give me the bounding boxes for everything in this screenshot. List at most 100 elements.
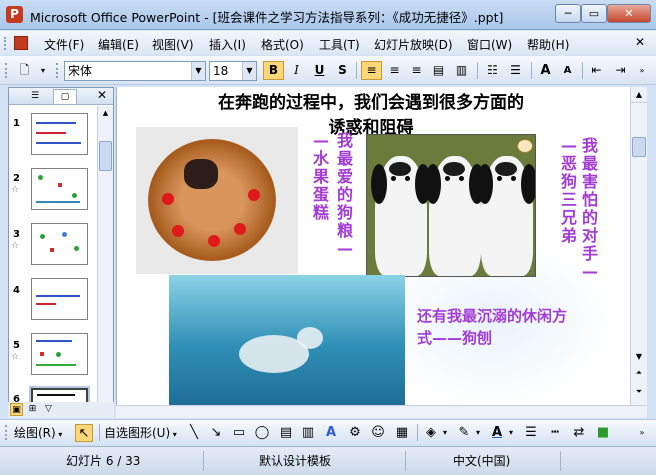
menu-grip-handle[interactable]	[4, 37, 8, 50]
bullets-icon[interactable]: ☰	[505, 61, 526, 80]
toolbar-options-icon[interactable]: »	[634, 61, 650, 80]
scroll-thumb[interactable]	[632, 137, 646, 157]
scroll-up-arrow-icon[interactable]: ▲	[98, 106, 113, 121]
toolbar-grip[interactable]	[56, 63, 59, 78]
select-pointer-icon[interactable]: ↖	[75, 424, 93, 442]
horizontal-scrollbar[interactable]	[116, 405, 647, 418]
three-dogs-picture[interactable]	[366, 134, 536, 277]
diagram-icon[interactable]: ⚙	[346, 424, 364, 442]
slide-canvas[interactable]: 在奔跑的过程中，我们会遇到很多方面的 诱惑和阻碍 我最爱的狗粮— —水果蛋糕 —…	[116, 87, 630, 405]
menu-format[interactable]: 格式(O)	[261, 36, 304, 53]
font-size-select[interactable]: 18 ▼	[209, 61, 257, 81]
font-name-select[interactable]: 宋体 ▼	[64, 61, 206, 81]
new-slide-icon[interactable]: 🗋	[14, 61, 35, 80]
slide-thumbnail-3[interactable]	[31, 223, 88, 265]
dash-style-icon[interactable]: ┅	[546, 424, 564, 442]
increase-indent-icon[interactable]: ⇥	[610, 61, 631, 80]
language-indicator[interactable]: 中文(中国)	[453, 451, 510, 471]
slide-thumbnail-2[interactable]	[31, 168, 88, 210]
clip-art-icon[interactable]: ☺	[369, 424, 387, 442]
shadow-button[interactable]: S	[332, 61, 353, 80]
toolbar-options-icon[interactable]: »	[634, 424, 650, 442]
previous-slide-icon[interactable]: ⏶	[631, 365, 647, 381]
increase-font-size-button[interactable]: A	[535, 61, 556, 80]
wordart-icon[interactable]: A	[322, 424, 340, 442]
decrease-indent-icon[interactable]: ⇤	[586, 61, 607, 80]
chevron-down-icon[interactable]: ▾	[506, 424, 516, 442]
fruit-cake-picture[interactable]	[136, 127, 298, 274]
slide-sorter-view-icon[interactable]: ⊞	[26, 403, 39, 416]
menu-window[interactable]: 窗口(W)	[467, 36, 512, 53]
fill-color-icon[interactable]: ◈	[422, 424, 440, 442]
arrow-style-icon[interactable]: ⇄	[570, 424, 588, 442]
chevron-down-icon[interactable]: ▾	[440, 424, 450, 442]
evil-dogs-caption[interactable]: —恶狗三兄弟	[558, 137, 580, 245]
menu-edit[interactable]: 编辑(E)	[98, 36, 139, 53]
align-right-icon[interactable]: ≡	[406, 61, 427, 80]
chevron-down-icon[interactable]: ▼	[242, 62, 256, 80]
menu-tools[interactable]: 工具(T)	[319, 36, 360, 53]
align-left-icon[interactable]: ≡	[361, 61, 382, 80]
scroll-up-arrow-icon[interactable]: ▲	[631, 87, 647, 103]
chevron-down-icon[interactable]: ▼	[191, 62, 205, 80]
close-window-button[interactable]: ✕	[607, 4, 651, 23]
slide-thumbnail-4[interactable]	[31, 278, 88, 320]
rectangle-tool-icon[interactable]: ▭	[230, 424, 248, 442]
document-icon[interactable]	[14, 36, 28, 50]
line-style-icon[interactable]: ☰	[522, 424, 540, 442]
menu-view[interactable]: 视图(V)	[152, 36, 194, 53]
powerpoint-app-icon[interactable]: P	[6, 6, 23, 23]
text-box-icon[interactable]: ▤	[277, 424, 295, 442]
tab-slides[interactable]: ▢	[53, 89, 77, 104]
slide-thumbnail-1[interactable]	[31, 113, 88, 155]
design-template-name[interactable]: 默认设计模板	[259, 451, 331, 471]
slide-transition-star-icon[interactable]: ☆	[11, 185, 19, 195]
italic-button[interactable]: I	[286, 61, 307, 80]
slide-thumbnail-5[interactable]	[31, 333, 88, 375]
insert-picture-icon[interactable]: ▦	[393, 424, 411, 442]
slide-transition-star-icon[interactable]: ☆	[11, 352, 19, 362]
tab-outline[interactable]: ☰	[23, 89, 47, 104]
thumbnail-scrollbar[interactable]: ▲	[97, 106, 113, 408]
scariest-opponent-caption[interactable]: 我最害怕的对手—	[579, 137, 601, 281]
dog-paddle-caption[interactable]: 还有我最沉溺的休闲方式——狗刨	[417, 305, 567, 349]
decrease-font-size-button[interactable]: A	[557, 61, 578, 80]
vertical-text-box-icon[interactable]: ▥	[299, 424, 317, 442]
shadow-style-icon[interactable]: ■	[594, 424, 612, 442]
slide-transition-star-icon[interactable]: ☆	[11, 241, 19, 251]
font-color-icon[interactable]: A	[488, 424, 506, 442]
menu-file[interactable]: 文件(F)	[44, 36, 84, 53]
close-pane-button[interactable]: ✕	[97, 88, 107, 102]
vertical-scrollbar[interactable]: ▲ ▼ ⏶ ⏷	[630, 87, 647, 405]
scroll-thumb[interactable]	[99, 141, 112, 171]
menu-insert[interactable]: 插入(I)	[209, 36, 246, 53]
close-document-button[interactable]: ✕	[635, 35, 645, 49]
distribute-icon[interactable]: ▥	[451, 61, 472, 80]
bold-button[interactable]: B	[263, 61, 284, 80]
next-slide-icon[interactable]: ⏷	[631, 384, 647, 400]
chevron-down-icon[interactable]: ▾	[473, 424, 483, 442]
numbering-icon[interactable]: ☷	[482, 61, 503, 80]
scroll-down-arrow-icon[interactable]: ▼	[631, 349, 647, 365]
favorite-dog-food-caption[interactable]: 我最爱的狗粮—	[334, 132, 356, 258]
chevron-down-icon[interactable]: ▾	[36, 61, 50, 80]
menu-help[interactable]: 帮助(H)	[527, 36, 569, 53]
line-color-icon[interactable]: ✎	[455, 424, 473, 442]
line-tool-icon[interactable]: ╲	[185, 424, 203, 442]
oval-tool-icon[interactable]: ◯	[253, 424, 271, 442]
draw-menu-button[interactable]: 绘图(R) ▾	[14, 424, 62, 442]
fruit-cake-caption[interactable]: —水果蛋糕	[310, 132, 332, 222]
justify-icon[interactable]: ▤	[428, 61, 449, 80]
toolbar-grip[interactable]	[5, 63, 8, 78]
normal-view-icon[interactable]: ▣	[10, 403, 23, 416]
arrow-tool-icon[interactable]: ↘	[207, 424, 225, 442]
align-center-icon[interactable]: ≡	[384, 61, 405, 80]
maximize-button[interactable]: ▭	[581, 4, 607, 23]
minimize-button[interactable]: ─	[555, 4, 581, 23]
underline-button[interactable]: U	[309, 61, 330, 80]
toolbar-grip[interactable]	[5, 425, 8, 440]
menu-slideshow[interactable]: 幻灯片放映(D)	[374, 36, 453, 53]
slideshow-view-icon[interactable]: ▽	[42, 403, 55, 416]
autoshapes-menu-button[interactable]: 自选图形(U) ▾	[104, 424, 177, 442]
swimming-polar-bear-picture[interactable]	[169, 275, 405, 405]
